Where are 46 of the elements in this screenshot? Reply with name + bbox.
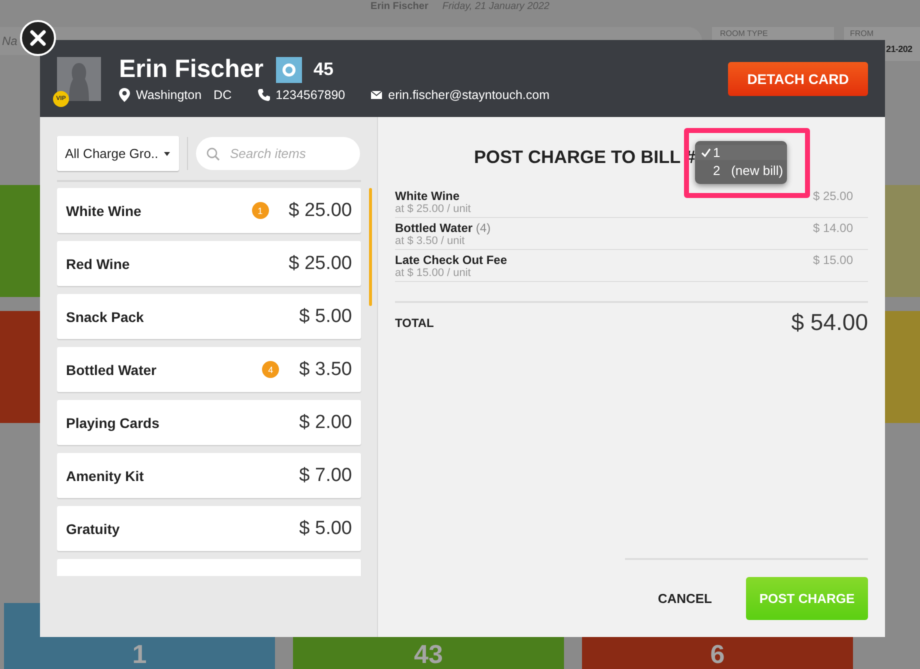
close-icon[interactable]	[20, 20, 56, 56]
guest-phone: 1234567890	[276, 88, 346, 102]
room-number: 45	[314, 59, 334, 80]
room-tile[interactable]	[0, 311, 40, 423]
caret-icon	[164, 152, 170, 156]
charge-item[interactable]: Playing Cards $ 2.00	[57, 400, 361, 445]
room-tile[interactable]	[0, 185, 40, 297]
location-pin-icon	[119, 88, 130, 102]
search-icon	[206, 147, 220, 161]
count-badge: 1	[252, 202, 269, 219]
charge-item[interactable]: Red Wine $ 25.00	[57, 241, 361, 286]
detach-card-button[interactable]: DETACH CARD	[728, 62, 868, 96]
avatar-silhouette-icon	[57, 56, 101, 100]
charge-group-dropdown[interactable]: All Charge Gro..	[57, 136, 179, 171]
room-tile[interactable]	[885, 311, 920, 423]
mail-icon	[371, 91, 382, 99]
line-amount: $ 15.00	[812, 253, 854, 269]
guest-email: erin.fischer@stayntouch.com	[388, 88, 550, 102]
room-icon	[276, 56, 302, 82]
guest-state: DC	[214, 88, 232, 102]
unit-price: at $ 15.00 / unit	[395, 267, 472, 279]
checkmark-icon	[701, 148, 711, 158]
charge-item[interactable]: Bottled Water 4 $ 3.50	[57, 347, 361, 392]
charge-item[interactable]: White Wine 1 $ 25.00	[57, 188, 361, 233]
charge-item[interactable]: Gratuity $ 5.00	[57, 506, 361, 551]
unit-price: at $ 3.50 / unit	[395, 235, 466, 247]
search-items-field[interactable]: Search items	[196, 137, 360, 170]
room-tile[interactable]	[885, 185, 920, 297]
dropdown-option[interactable]: 1	[695, 145, 787, 160]
charge-item[interactable]: Snack Pack $ 5.00	[57, 294, 361, 339]
cancel-button[interactable]: CANCEL	[652, 587, 718, 610]
scrollbar[interactable]	[369, 188, 372, 306]
line-amount: $ 25.00	[812, 189, 854, 205]
guest-name: Erin Fischer	[119, 55, 264, 84]
total-label: TOTAL	[395, 316, 434, 330]
guest-city: Washington	[136, 88, 202, 102]
total-amount: $ 54.00	[791, 309, 868, 336]
phone-icon	[258, 89, 270, 101]
line-item-name: Late Check Out Fee	[395, 253, 508, 267]
count-badge: 4	[262, 361, 280, 378]
line-item-name: Bottled Water (4)	[395, 221, 492, 235]
unit-price: at $ 25.00 / unit	[395, 203, 472, 215]
line-amount: $ 14.00	[812, 221, 854, 237]
dropdown-option[interactable]: 2 (new bill)	[695, 163, 787, 178]
line-item-name: White Wine	[395, 189, 461, 203]
charge-item[interactable]: Amenity Kit $ 7.00	[57, 453, 361, 498]
